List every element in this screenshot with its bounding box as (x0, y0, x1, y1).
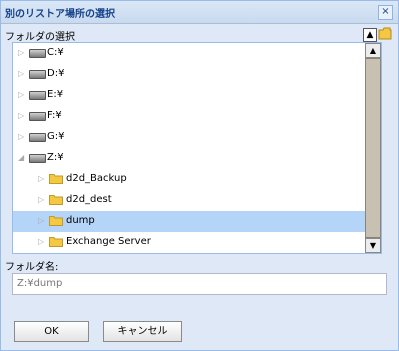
tree-item-label: C:¥ (47, 47, 64, 58)
tree-item-label: G:¥ (47, 131, 65, 142)
folder-icon (49, 237, 63, 247)
close-icon[interactable]: × (378, 5, 393, 20)
expand-arrow-icon[interactable]: ▷ (18, 132, 26, 142)
scroll-up-button[interactable]: ▲ (365, 43, 381, 58)
folder-select-label: フォルダの選択 (5, 32, 75, 43)
title-bar[interactable]: 別のリストア場所の選択 × (1, 1, 398, 24)
tree-item[interactable]: ▷ d2d_Backup (13, 169, 365, 190)
expand-arrow-icon[interactable]: ▷ (18, 111, 26, 121)
tree-scrollbar[interactable]: ▲ ▼ (365, 43, 381, 253)
tree-item-label: D:¥ (47, 68, 65, 79)
drive-icon (29, 91, 46, 100)
folder-tree[interactable]: ▷ C:¥ ▷ D:¥ ▷ E:¥ ▷ F:¥ ▷ G:¥ ◢ Z:¥ ▷ d2d_Backup ▷ d2d_… (12, 42, 382, 254)
tree-item[interactable]: ▷ Exchange Server (13, 232, 365, 253)
tree-item[interactable]: ▷ C:¥ (13, 43, 365, 64)
expand-arrow-icon[interactable]: ▷ (38, 216, 46, 226)
tree-item[interactable]: ▷ dump (13, 211, 365, 232)
new-folder-icon[interactable] (378, 27, 392, 40)
tree-item[interactable]: ▷ F:¥ (13, 106, 365, 127)
scroll-thumb[interactable] (365, 58, 381, 238)
expand-arrow-icon[interactable]: ▷ (38, 237, 46, 247)
expand-arrow-icon[interactable]: ▷ (38, 195, 46, 205)
folder-name-label: フォルダ名: (5, 262, 59, 273)
expand-arrow-icon[interactable]: ▷ (38, 174, 46, 184)
tree-item-label: F:¥ (47, 110, 62, 121)
tree-item[interactable]: ▷ G:¥ (13, 127, 365, 148)
drive-icon (29, 112, 46, 121)
drive-icon (29, 49, 46, 58)
folder-icon (49, 195, 63, 205)
tree-item[interactable]: ▷ E:¥ (13, 85, 365, 106)
folder-name-field[interactable] (12, 273, 387, 295)
tree-item[interactable]: ▷ D:¥ (13, 64, 365, 85)
folder-icon (49, 174, 63, 184)
tree-item[interactable]: ◢ Z:¥ (13, 148, 365, 169)
tree-item[interactable]: ▷ d2d_dest (13, 190, 365, 211)
folder-icon (49, 216, 63, 226)
expand-arrow-icon[interactable]: ▷ (18, 48, 26, 58)
tree-item-label: Z:¥ (47, 152, 64, 163)
scroll-down-button[interactable]: ▼ (365, 238, 381, 253)
expand-arrow-icon[interactable]: ▷ (18, 69, 26, 79)
ok-button[interactable]: OK (14, 321, 89, 342)
tree-item-label: E:¥ (47, 89, 64, 100)
drive-icon (29, 133, 46, 142)
expand-arrow-icon[interactable]: ▷ (18, 90, 26, 100)
dialog-title: 別のリストア場所の選択 (5, 9, 115, 20)
drive-icon (29, 154, 46, 163)
cancel-button[interactable]: キャンセル (103, 321, 182, 342)
drive-icon (29, 70, 46, 79)
expand-arrow-icon[interactable]: ◢ (18, 153, 26, 163)
tree-item-label: d2d_Backup (66, 173, 127, 184)
tree-item-label: Exchange Server (66, 236, 151, 247)
tree-item-label: d2d_dest (66, 194, 112, 205)
tree-item-label: dump (66, 215, 95, 226)
restore-location-dialog: 別のリストア場所の選択 × フォルダの選択 ▲ ▷ C:¥ ▷ D:¥ ▷ E:¥ ▷ F:¥… (0, 0, 399, 351)
up-folder-icon[interactable]: ▲ (363, 28, 377, 42)
